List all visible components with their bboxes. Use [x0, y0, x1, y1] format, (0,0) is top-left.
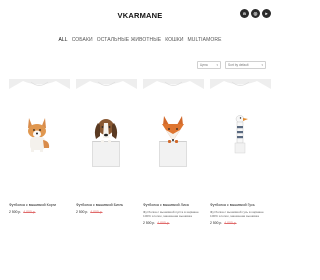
- product-description-line: 100% хлопок, машинная вышивка: [210, 214, 259, 219]
- price-row: 2 500 р. 4 000 р.: [143, 221, 204, 225]
- product-title[interactable]: Футболка с вышивкой Корги: [9, 203, 70, 208]
- price-filter-select[interactable]: Цена ▾: [197, 61, 221, 69]
- product-title[interactable]: Футболка с вышивкой Гусь: [210, 203, 271, 208]
- product-old-price: 4 000 р.: [23, 209, 36, 214]
- price-filter-label: Цена: [200, 63, 208, 67]
- goose-embroidery: [234, 115, 248, 154]
- social-links: в ◎ ▸: [240, 9, 271, 18]
- product-description: Футболка с вышивкой гусь в кармане 100% …: [210, 210, 271, 219]
- chevron-down-icon: ▾: [261, 63, 263, 67]
- category-cats[interactable]: КОШКИ: [165, 37, 183, 43]
- product-old-price: 4 000 р.: [224, 221, 237, 226]
- price-row: 2 500 р. 4 000 р.: [210, 221, 271, 225]
- product-card-beagle[interactable]: Футболка с вышивкой Бигль 2 500 р. 4 000…: [76, 79, 137, 225]
- category-all[interactable]: ALL: [58, 37, 67, 43]
- product-title[interactable]: Футболка с вышивкой Лиса: [143, 203, 204, 208]
- site-header: VKARMANE в ◎ ▸: [0, 0, 280, 28]
- price-row: 2 500 р. 4 000 р.: [9, 210, 70, 214]
- product-price: 2 500 р.: [9, 209, 22, 214]
- product-card-fox[interactable]: Футболка с вышивкой Лиса Футболка с выши…: [143, 79, 204, 225]
- category-dogs[interactable]: СОБАКИ: [72, 37, 93, 43]
- product-card-corgi[interactable]: Футболка с вышивкой Корги 2 500 р. 4 000…: [9, 79, 70, 225]
- product-card-goose[interactable]: Футболка с вышивкой Гусь Футболка с выши…: [210, 79, 271, 225]
- product-image[interactable]: [143, 79, 204, 198]
- product-title[interactable]: Футболка с вышивкой Бигль: [76, 203, 137, 208]
- category-nav: ALL СОБАКИ ОСТАЛЬНЫЕ ЖИВОТНЫЕ КОШКИ MULT…: [0, 37, 280, 43]
- product-price: 2 500 р.: [76, 209, 89, 214]
- product-image[interactable]: [9, 79, 70, 198]
- product-description: Футболка с вышивкой пуста в кармане 100%…: [143, 210, 204, 219]
- product-old-price: 4 000 р.: [90, 209, 103, 214]
- sort-select[interactable]: Sort by default ▾: [225, 61, 266, 69]
- corgi-embroidery: [28, 118, 50, 152]
- category-other-animals[interactable]: ОСТАЛЬНЫЕ ЖИВОТНЫЕ: [97, 37, 162, 43]
- telegram-icon[interactable]: ▸: [262, 9, 271, 18]
- product-image[interactable]: [210, 79, 271, 198]
- product-grid: Футболка с вышивкой Корги 2 500 р. 4 000…: [9, 79, 271, 225]
- product-image[interactable]: [76, 79, 137, 198]
- product-description-line: 100% хлопок, машинная вышивка: [143, 214, 192, 219]
- filter-bar: Цена ▾ Sort by default ▾: [197, 61, 266, 69]
- product-price: 2 500 р.: [143, 221, 156, 226]
- product-old-price: 4 000 р.: [157, 221, 170, 226]
- site-logo[interactable]: VKARMANE: [0, 11, 280, 20]
- category-multiamore[interactable]: MULTIAMORE: [188, 37, 222, 43]
- sort-select-label: Sort by default: [228, 63, 249, 67]
- vk-icon[interactable]: в: [240, 9, 249, 18]
- instagram-icon[interactable]: ◎: [251, 9, 260, 18]
- chevron-down-icon: ▾: [216, 63, 218, 67]
- beagle-embroidery: [94, 119, 118, 143]
- product-price: 2 500 р.: [210, 221, 223, 226]
- price-row: 2 500 р. 4 000 р.: [76, 210, 137, 214]
- fox-embroidery: [162, 116, 184, 143]
